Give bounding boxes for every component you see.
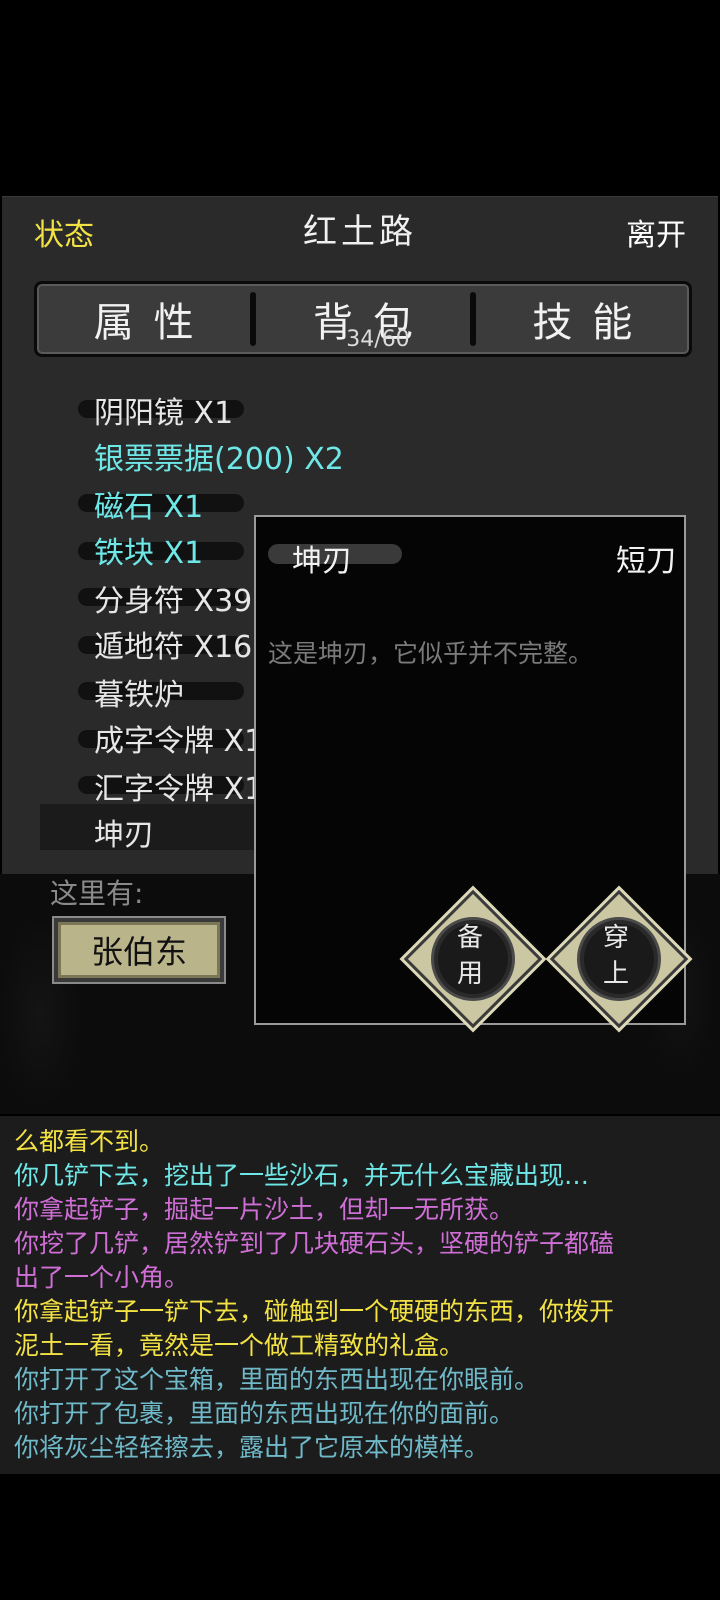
log-line: 你几铲下去，挖出了一些沙石，并无什么宝藏出现…: [14, 1161, 590, 1190]
equip-button[interactable]: 穿 上: [549, 889, 689, 1029]
tab-skills[interactable]: 技能: [476, 284, 689, 354]
message-log: 么都看不到。 你几铲下去，挖出了一些沙石，并无什么宝藏出现… 你拿起铲子，掘起一…: [0, 1116, 720, 1474]
tab-attributes-label: 属性: [93, 300, 214, 346]
leave-link[interactable]: 离开: [626, 210, 686, 254]
tab-attributes[interactable]: 属性: [37, 284, 250, 354]
equip-char-2: 上: [602, 959, 629, 989]
npc-button[interactable]: 张伯东: [54, 918, 224, 982]
reserve-char-2: 用: [456, 959, 483, 989]
equip-char-1: 穿: [602, 923, 629, 953]
backpack-capacity: 34/60: [346, 327, 410, 352]
reserve-char-1: 备: [456, 923, 483, 953]
inventory-item[interactable]: 遁地符 X16: [94, 622, 252, 666]
inventory-item[interactable]: 成字令牌 X1: [94, 716, 263, 760]
reserve-button-label: 备 用: [404, 890, 536, 1022]
log-line: 你打开了包裹，里面的东西出现在你的面前。: [14, 1399, 515, 1428]
reserve-button[interactable]: 备 用: [403, 889, 543, 1029]
npc-name: 张伯东: [90, 933, 187, 971]
equip-button-label: 穿 上: [550, 890, 682, 1022]
inventory-item[interactable]: 磁石 X1: [94, 482, 203, 526]
inventory-item[interactable]: 汇字令牌 X1: [94, 764, 263, 808]
tab-skills-label: 技能: [532, 300, 653, 346]
log-line: 你拿起铲子一铲下去，碰触到一个硬硬的东西，你拨开: [14, 1297, 615, 1326]
log-line: 泥土一看，竟然是一个做工精致的礼盒。: [14, 1331, 465, 1360]
inventory-item[interactable]: 银票票据(200) X2: [94, 434, 344, 478]
item-detail-type: 短刀: [616, 544, 676, 579]
log-line: 么都看不到。: [14, 1127, 165, 1156]
here-label: 这里有:: [50, 877, 144, 910]
inventory-item[interactable]: 阴阳镜 X1: [94, 388, 233, 432]
inventory-item-selected[interactable]: 坤刃: [94, 810, 154, 854]
log-line: 你挖了几铲，居然铲到了几块硬石头，坚硬的铲子都磕: [14, 1229, 615, 1258]
inventory-item[interactable]: 铁块 X1: [94, 528, 203, 572]
location-title: 红土路: [303, 212, 417, 252]
tab-backpack[interactable]: 背包 34/60: [256, 284, 469, 354]
log-line: 你拿起铲子，掘起一片沙土，但却一无所获。: [14, 1195, 515, 1224]
tab-bar: 属性 背包 34/60 技能: [34, 281, 692, 357]
item-detail-name: 坤刃: [292, 544, 352, 579]
log-line: 你打开了这个宝箱，里面的东西出现在你眼前。: [14, 1365, 540, 1394]
log-line: 出了一个小角。: [14, 1263, 190, 1292]
item-detail-description: 这是坤刃，它似乎并不完整。: [268, 639, 594, 668]
inventory-item[interactable]: 暮铁炉: [94, 670, 184, 714]
log-line: 你将灰尘轻轻擦去，露出了它原本的模样。: [14, 1433, 490, 1462]
inventory-item[interactable]: 分身符 X39: [94, 576, 252, 620]
